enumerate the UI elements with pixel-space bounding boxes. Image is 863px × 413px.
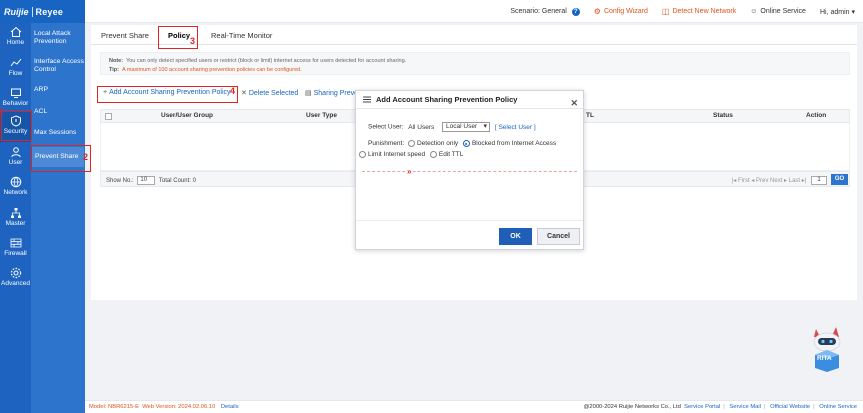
step-number-4: 4 — [230, 86, 236, 96]
page-size-select[interactable]: 10 — [137, 176, 156, 185]
version-info: Model: NBR6215-E Web Version: 2024.02.06… — [89, 404, 239, 410]
step-number-3: 3 — [190, 36, 196, 46]
security-subnav: Local Attack Prevention Interface Access… — [31, 23, 85, 413]
col-action: Action — [806, 112, 827, 119]
nav-behavior[interactable]: Behavior — [0, 84, 31, 112]
prev-page-button[interactable]: ◂ Prev — [751, 178, 768, 184]
expand-advanced-toggle[interactable]: » — [405, 167, 414, 176]
detect-icon: ◫ — [661, 7, 670, 16]
step-number-1: 1 — [0, 107, 4, 116]
robot-icon — [813, 327, 841, 372]
highlight-add-button — [97, 86, 238, 103]
advanced-divider — [362, 171, 577, 172]
help-icon[interactable]: ? — [571, 7, 580, 16]
topology-icon — [10, 208, 21, 218]
ok-button[interactable]: OK — [499, 228, 532, 245]
subnav-max-sessions[interactable]: Max Sessions — [34, 129, 84, 137]
nav-home[interactable]: Home — [0, 23, 31, 51]
step-number-2: 2 — [83, 152, 89, 162]
nav-flow[interactable]: Flow — [0, 54, 31, 82]
highlight-security — [1, 110, 32, 141]
brand-logo: Ruijie Reyee — [0, 0, 85, 23]
list-icon: ▤ — [305, 90, 312, 97]
subnav-arp[interactable]: ARP — [34, 86, 84, 94]
radio-detection-only[interactable] — [407, 140, 415, 147]
service-icon: ☺ — [750, 8, 758, 15]
dialog-header: Add Account Sharing Prevention Policy ✕ — [356, 91, 583, 109]
brand-ruijie: Ruijie — [4, 6, 29, 17]
punishment-row: Punishment: Detection only Blocked from … — [368, 140, 557, 148]
cancel-button[interactable]: Cancel — [537, 228, 580, 245]
dialog-title: Add Account Sharing Prevention Policy — [376, 95, 518, 104]
service-portal-link[interactable]: Service Portal — [684, 404, 720, 410]
nav-user[interactable]: User — [0, 143, 31, 171]
detect-network-link[interactable]: ◫ Detect New Network — [662, 7, 736, 16]
select-user-row: Select User: All Users Local User [ Sele… — [368, 122, 536, 132]
official-website-link[interactable]: Official Website — [770, 404, 810, 410]
nav-master[interactable]: Master — [0, 204, 31, 232]
firewall-icon — [10, 238, 21, 248]
tip-text: A maximum of 100 account sharing prevent… — [121, 67, 302, 73]
home-icon — [10, 26, 21, 37]
nav-network[interactable]: Network — [0, 173, 31, 201]
next-page-button[interactable]: Next ▸ — [770, 178, 787, 184]
subnav-local-attack-prevention[interactable]: Local Attack Prevention — [34, 30, 84, 46]
subnav-interface-access-control[interactable]: Interface Access Control — [34, 58, 84, 74]
scenario-label: Scenario: — [510, 7, 540, 15]
col-status: Status — [713, 112, 733, 119]
sharing-prevention-button[interactable]: ▤ Sharing Preve — [305, 89, 358, 97]
note-text: You can only detect specified users or r… — [126, 58, 407, 64]
assistant-mascot[interactable]: RITA — [808, 325, 846, 373]
gear-icon — [10, 267, 21, 279]
footer: Model: NBR6215-E Web Version: 2024.02.06… — [85, 400, 863, 413]
delete-selected-button[interactable]: ✕ Delete Selected — [241, 89, 298, 97]
radio-limit-speed[interactable] — [359, 151, 366, 158]
flow-icon — [10, 58, 21, 67]
footer-online-service-link[interactable]: Online Service — [819, 404, 857, 410]
behavior-icon — [10, 88, 21, 98]
go-button[interactable]: GO — [831, 174, 848, 185]
brand-reyee: Reyee — [35, 6, 64, 17]
add-policy-dialog: Add Account Sharing Prevention Policy ✕ … — [355, 90, 584, 250]
top-bar: Ruijie Reyee Scenario: General ? ⚙ Confi… — [0, 0, 863, 23]
col-user-type: User Type — [306, 112, 337, 119]
select-all-checkbox[interactable] — [105, 113, 112, 120]
close-icon: ✕ — [241, 90, 247, 97]
nav-firewall[interactable]: Firewall — [0, 234, 31, 262]
highlight-prevent-share — [31, 145, 91, 172]
nav-advanced[interactable]: Advanced — [0, 264, 31, 292]
details-link[interactable]: Details — [221, 404, 239, 410]
close-icon[interactable]: ✕ — [570, 94, 578, 112]
menu-icon — [363, 96, 371, 103]
select-user-value: All Users — [408, 123, 435, 131]
punishment-row-2: Limit Internet speed Edit TTL — [359, 151, 463, 158]
total-count: Total Count: 0 — [158, 178, 196, 185]
tab-real-time-monitor[interactable]: Real-Time Monitor — [211, 28, 272, 44]
user-icon — [10, 147, 21, 158]
col-user-group: User/User Group — [161, 112, 214, 119]
tab-prevent-share[interactable]: Prevent Share — [101, 28, 149, 44]
service-mail-link[interactable]: Service Mail — [729, 404, 761, 410]
scenario-value: General — [541, 7, 567, 15]
mascot-label: RITA — [817, 355, 832, 362]
page-number-input[interactable]: 1 — [811, 176, 827, 185]
col-ttl: TL — [586, 112, 594, 119]
wizard-icon: ⚙ — [593, 7, 601, 16]
radio-blocked[interactable] — [462, 140, 470, 147]
subnav-acl[interactable]: ACL — [34, 108, 84, 116]
radio-edit-ttl[interactable] — [429, 151, 437, 158]
footer-links: @2000-2024 Ruijie Networks Co., Ltd Serv… — [583, 404, 858, 410]
globe-icon — [10, 176, 21, 188]
main-sidebar: Home Flow Behavior Security User Network… — [0, 23, 31, 413]
first-page-button[interactable]: |◂ First — [732, 178, 750, 184]
last-page-button[interactable]: Last ▸| — [789, 178, 807, 184]
note-box: Note: You can only detect specified users… — [100, 52, 850, 75]
select-user-link[interactable]: [ Select User ] — [495, 124, 536, 131]
scenario[interactable]: Scenario: General ? — [510, 7, 580, 16]
admin-menu[interactable]: Hi, admin ▾ — [820, 8, 855, 16]
tab-bar: Prevent Share Policy Real-Time Monitor — [91, 25, 857, 45]
config-wizard-link[interactable]: ⚙ Config Wizard — [594, 7, 648, 16]
online-service-link[interactable]: ☺ Online Service — [750, 8, 806, 15]
user-type-select[interactable]: Local User — [442, 122, 491, 132]
